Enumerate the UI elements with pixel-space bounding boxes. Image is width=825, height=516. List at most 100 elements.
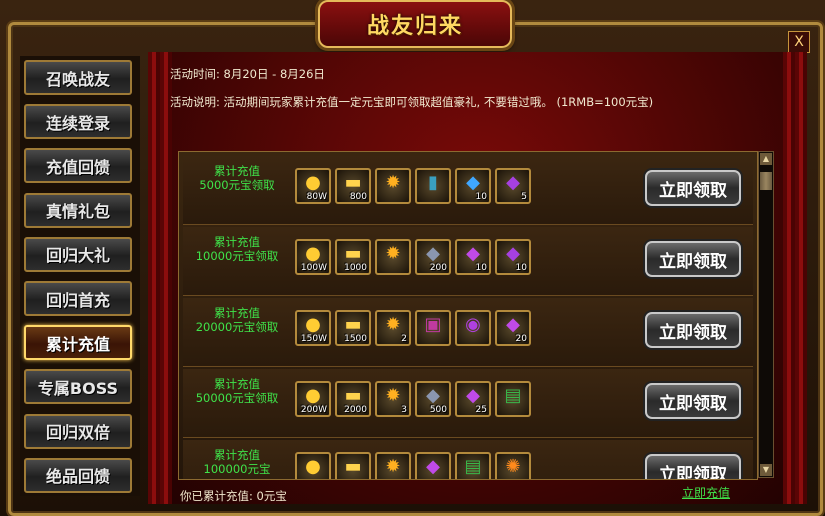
reward-item-slot[interactable]: ✹ 3	[375, 381, 411, 417]
reward-item-slot[interactable]: ✹ 2	[375, 310, 411, 346]
reward-item-slot[interactable]: ▤	[495, 381, 531, 417]
reward-item-slot[interactable]: ▮	[415, 168, 451, 204]
orange-orb-icon: ✺	[505, 456, 521, 477]
reward-row: 累计充值 20000元宝领取 ● 150W ▬ 1500 ✹ 2 ▣ ◉ ◆ 20 立即领取	[183, 298, 753, 367]
gold-ingot-icon: ▬	[344, 314, 362, 335]
reward-item-slot[interactable]: ◆ 25	[455, 381, 491, 417]
reward-item-slot[interactable]: ✹	[375, 452, 411, 479]
item-count: 100W	[300, 263, 327, 273]
reward-row: 累计充值 50000元宝领取 ● 200W ▬ 2000 ✹ 3 ◆ 500 ◆ 25 ▤ 立即领取	[183, 369, 753, 438]
reward-item-slot[interactable]: ✹	[375, 239, 411, 275]
sidebar-item-4[interactable]: 真情礼包	[24, 192, 132, 228]
reward-item-slot[interactable]: ◆ 200	[415, 239, 451, 275]
reward-item-slot[interactable]: ◆ 20	[495, 310, 531, 346]
purple-rune-icon: ◉	[465, 314, 481, 335]
gold-ingot-icon: ▬	[344, 385, 362, 406]
main-panel: 活动时间: 8月20日 - 8月26日 活动说明: 活动期间玩家累计充值一定元宝…	[148, 52, 807, 504]
scroll-thumb[interactable]	[760, 172, 772, 190]
item-count: 200	[429, 263, 447, 273]
purple-armor-icon: ▣	[424, 314, 442, 335]
close-button[interactable]: X	[788, 31, 810, 53]
reward-item-slot[interactable]: ▬ 1000	[335, 239, 371, 275]
reward-tier-label: 累计充值 100000元宝	[203, 448, 271, 476]
gold-pile-icon: ●	[305, 172, 321, 193]
gold-pile-icon: ●	[305, 314, 321, 335]
sidebar-item-3[interactable]: 充值回馈	[24, 148, 132, 184]
reward-item-slot[interactable]: ▤	[455, 452, 491, 479]
reward-item-slot[interactable]: ▬	[335, 452, 371, 479]
gold-medal-icon: ✹	[385, 314, 401, 335]
item-count: 500	[429, 405, 447, 415]
activity-time: 活动时间: 8月20日 - 8月26日	[170, 67, 325, 81]
curtain-left	[148, 52, 172, 504]
reward-item-slot[interactable]: ▣	[415, 310, 451, 346]
reward-item-slot[interactable]: ●	[295, 452, 331, 479]
gold-medal-icon: ✹	[385, 172, 401, 193]
purple-crystal-icon: ◆	[506, 243, 520, 264]
window-title: 战友归来	[366, 14, 463, 39]
sidebar-item-2[interactable]: 连续登录	[24, 104, 132, 140]
sidebar-item-9[interactable]: 回归双倍	[24, 413, 132, 449]
reward-item-slot[interactable]: ✹	[375, 168, 411, 204]
purple-shard-icon: ◆	[506, 314, 520, 335]
scrollbar[interactable]: ▲ ▼	[758, 151, 774, 478]
scroll-up-arrow[interactable]: ▲	[760, 153, 772, 165]
claim-button[interactable]: 立即领取	[645, 241, 741, 277]
reward-item-slot[interactable]: ▬ 1500	[335, 310, 371, 346]
treasure-chest-icon: ▤	[464, 456, 482, 477]
reward-tier-label: 累计充值 20000元宝领取	[195, 306, 279, 334]
item-count: 5	[521, 192, 527, 202]
gold-medal-icon: ✹	[385, 243, 401, 264]
reward-item-slot[interactable]: ◆	[415, 452, 451, 479]
reward-item-slot[interactable]: ● 80W	[295, 168, 331, 204]
reward-row: 累计充值 100000元宝 ● ▬ ✹ ◆ ▤ ✺ 立即领取	[183, 440, 753, 479]
claim-button[interactable]: 立即领取	[645, 170, 741, 206]
recharge-now-link[interactable]: 立即充值	[682, 484, 730, 501]
reward-item-slot[interactable]: ◆ 5	[495, 168, 531, 204]
reward-item-slot[interactable]: ◆ 500	[415, 381, 451, 417]
claim-button[interactable]: 立即领取	[645, 454, 741, 479]
reward-item-slot[interactable]: ● 200W	[295, 381, 331, 417]
reward-item-slot[interactable]: ▬ 2000	[335, 381, 371, 417]
reward-item-slot[interactable]: ● 150W	[295, 310, 331, 346]
claim-button[interactable]: 立即领取	[645, 312, 741, 348]
iron-ore-icon: ◆	[426, 385, 440, 406]
game-window: 战友归来 X 召唤战友连续登录充值回馈真情礼包回归大礼回归首充累计充值专属BOS…	[0, 0, 825, 516]
gold-pile-icon: ●	[305, 243, 321, 264]
skill-book-icon: ▮	[428, 172, 438, 193]
sidebar-item-5[interactable]: 回归大礼	[24, 236, 132, 272]
sidebar-item-6[interactable]: 回归首充	[24, 281, 132, 316]
purple-shard-icon: ◆	[466, 243, 480, 264]
curtain-right	[783, 52, 807, 504]
reward-item-slot[interactable]: ◆ 10	[455, 239, 491, 275]
item-count: 150W	[300, 334, 327, 344]
gold-ingot-icon: ▬	[344, 172, 362, 193]
reward-list: 累计充值 5000元宝领取 ● 80W ▬ 800 ✹ ▮ ◆ 10 ◆ 5 立即领取 累计充值 100…	[178, 151, 758, 480]
reward-item-slot[interactable]: ✺	[495, 452, 531, 479]
scroll-down-arrow[interactable]: ▼	[760, 464, 772, 476]
reward-item-slot[interactable]: ◆ 10	[455, 168, 491, 204]
blue-gem-icon: ◆	[466, 172, 480, 193]
reward-item-slot[interactable]: ▬ 800	[335, 168, 371, 204]
item-count: 20	[515, 334, 527, 344]
gold-ingot-icon: ▬	[344, 456, 362, 477]
sidebar-item-7[interactable]: 累计充值	[24, 325, 132, 361]
item-count: 800	[349, 192, 367, 202]
item-count: 80W	[306, 192, 327, 202]
reward-tier-label: 累计充值 50000元宝领取	[195, 377, 279, 405]
reward-tier-label: 累计充值 10000元宝领取	[195, 235, 279, 263]
claim-button[interactable]: 立即领取	[645, 383, 741, 419]
sidebar-item-10[interactable]: 绝品回馈	[24, 457, 132, 493]
gold-pile-icon: ●	[305, 456, 321, 477]
item-count: 3	[401, 405, 407, 415]
sidebar-item-8[interactable]: 专属BOSS	[24, 369, 132, 405]
iron-ore-icon: ◆	[426, 243, 440, 264]
item-count: 10	[475, 263, 487, 273]
item-count: 1500	[344, 334, 367, 344]
gold-ingot-icon: ▬	[344, 243, 362, 264]
reward-item-slot[interactable]: ◆ 10	[495, 239, 531, 275]
title-plate: 战友归来	[318, 0, 512, 48]
sidebar-item-1[interactable]: 召唤战友	[24, 60, 132, 95]
reward-item-slot[interactable]: ◉	[455, 310, 491, 346]
reward-item-slot[interactable]: ● 100W	[295, 239, 331, 275]
